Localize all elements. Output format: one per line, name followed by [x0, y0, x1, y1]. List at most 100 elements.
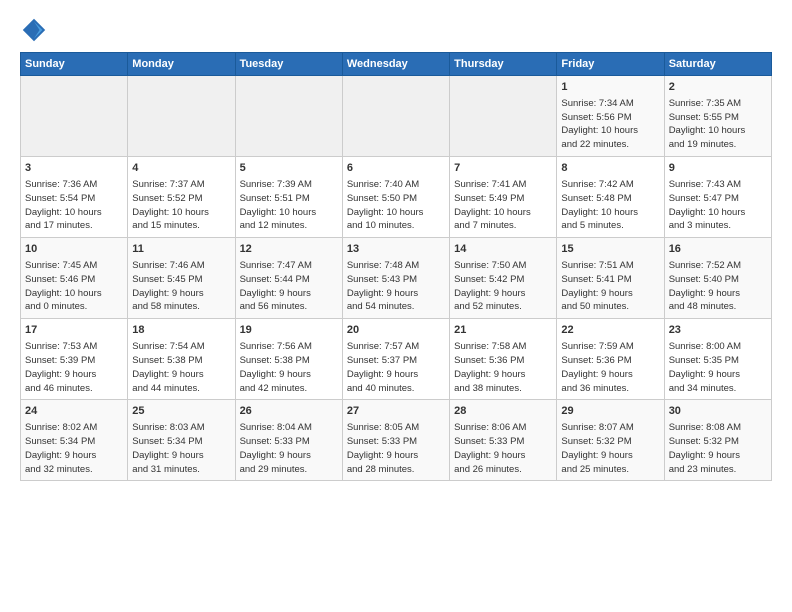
day-info: Sunrise: 7:39 AMSunset: 5:51 PMDaylight:…	[240, 179, 317, 231]
day-number: 12	[240, 242, 338, 257]
calendar-cell	[342, 76, 449, 157]
week-row-5: 24 Sunrise: 8:02 AMSunset: 5:34 PMDayligh…	[21, 400, 772, 481]
day-info: Sunrise: 7:54 AMSunset: 5:38 PMDaylight:…	[132, 341, 204, 393]
calendar-cell: 14 Sunrise: 7:50 AMSunset: 5:42 PMDayligh…	[450, 238, 557, 319]
calendar-cell	[450, 76, 557, 157]
day-info: Sunrise: 7:50 AMSunset: 5:42 PMDaylight:…	[454, 260, 526, 312]
week-row-3: 10 Sunrise: 7:45 AMSunset: 5:46 PMDayligh…	[21, 238, 772, 319]
calendar-cell: 1 Sunrise: 7:34 AMSunset: 5:56 PMDaylight…	[557, 76, 664, 157]
week-row-2: 3 Sunrise: 7:36 AMSunset: 5:54 PMDaylight…	[21, 157, 772, 238]
day-number: 9	[669, 161, 767, 176]
col-thursday: Thursday	[450, 53, 557, 76]
day-info: Sunrise: 8:02 AMSunset: 5:34 PMDaylight:…	[25, 422, 97, 474]
day-info: Sunrise: 7:35 AMSunset: 5:55 PMDaylight:…	[669, 98, 746, 150]
calendar-cell: 27 Sunrise: 8:05 AMSunset: 5:33 PMDayligh…	[342, 400, 449, 481]
calendar-cell: 30Sunrise: 8:08 AMSunset: 5:32 PMDayligh…	[664, 400, 771, 481]
day-number: 13	[347, 242, 445, 257]
day-info: Sunrise: 8:07 AMSunset: 5:32 PMDaylight:…	[561, 422, 633, 474]
calendar-cell: 21 Sunrise: 7:58 AMSunset: 5:36 PMDayligh…	[450, 319, 557, 400]
day-number: 5	[240, 161, 338, 176]
calendar-cell: 22 Sunrise: 7:59 AMSunset: 5:36 PMDayligh…	[557, 319, 664, 400]
day-number: 19	[240, 323, 338, 338]
day-number: 24	[25, 404, 123, 419]
calendar-cell: 5 Sunrise: 7:39 AMSunset: 5:51 PMDaylight…	[235, 157, 342, 238]
day-number: 4	[132, 161, 230, 176]
day-info: Sunrise: 8:06 AMSunset: 5:33 PMDaylight:…	[454, 422, 526, 474]
calendar-cell: 10 Sunrise: 7:45 AMSunset: 5:46 PMDayligh…	[21, 238, 128, 319]
day-info: Sunrise: 7:59 AMSunset: 5:36 PMDaylight:…	[561, 341, 633, 393]
day-number: 10	[25, 242, 123, 257]
day-number: 21	[454, 323, 552, 338]
calendar-cell	[128, 76, 235, 157]
col-saturday: Saturday	[664, 53, 771, 76]
logo-icon	[20, 16, 48, 44]
calendar-table: Sunday Monday Tuesday Wednesday Thursday…	[20, 52, 772, 481]
day-info: Sunrise: 7:48 AMSunset: 5:43 PMDaylight:…	[347, 260, 419, 312]
day-number: 16	[669, 242, 767, 257]
calendar-cell: 4 Sunrise: 7:37 AMSunset: 5:52 PMDaylight…	[128, 157, 235, 238]
calendar-cell: 7 Sunrise: 7:41 AMSunset: 5:49 PMDaylight…	[450, 157, 557, 238]
day-number: 3	[25, 161, 123, 176]
day-number: 18	[132, 323, 230, 338]
calendar-cell: 18 Sunrise: 7:54 AMSunset: 5:38 PMDayligh…	[128, 319, 235, 400]
col-wednesday: Wednesday	[342, 53, 449, 76]
calendar-cell: 17Sunrise: 7:53 AMSunset: 5:39 PMDayligh…	[21, 319, 128, 400]
day-number: 14	[454, 242, 552, 257]
calendar-cell: 15 Sunrise: 7:51 AMSunset: 5:41 PMDayligh…	[557, 238, 664, 319]
day-info: Sunrise: 7:41 AMSunset: 5:49 PMDaylight:…	[454, 179, 531, 231]
calendar-cell: 3 Sunrise: 7:36 AMSunset: 5:54 PMDaylight…	[21, 157, 128, 238]
week-row-1: 1 Sunrise: 7:34 AMSunset: 5:56 PMDaylight…	[21, 76, 772, 157]
day-info: Sunrise: 7:43 AMSunset: 5:47 PMDaylight:…	[669, 179, 746, 231]
header	[20, 16, 772, 44]
day-number: 23	[669, 323, 767, 338]
day-info: Sunrise: 7:42 AMSunset: 5:48 PMDaylight:…	[561, 179, 638, 231]
day-number: 8	[561, 161, 659, 176]
day-number: 30	[669, 404, 767, 419]
calendar-cell	[21, 76, 128, 157]
calendar-cell: 24 Sunrise: 8:02 AMSunset: 5:34 PMDayligh…	[21, 400, 128, 481]
logo	[20, 16, 52, 44]
day-info: Sunrise: 8:00 AMSunset: 5:35 PMDaylight:…	[669, 341, 741, 393]
day-info: Sunrise: 7:34 AMSunset: 5:56 PMDaylight:…	[561, 98, 638, 150]
calendar-cell: 23 Sunrise: 8:00 AMSunset: 5:35 PMDayligh…	[664, 319, 771, 400]
col-sunday: Sunday	[21, 53, 128, 76]
day-info: Sunrise: 7:45 AMSunset: 5:46 PMDaylight:…	[25, 260, 102, 312]
day-info: Sunrise: 7:36 AMSunset: 5:54 PMDaylight:…	[25, 179, 102, 231]
day-info: Sunrise: 8:03 AMSunset: 5:34 PMDaylight:…	[132, 422, 204, 474]
day-info: Sunrise: 7:58 AMSunset: 5:36 PMDaylight:…	[454, 341, 526, 393]
day-number: 20	[347, 323, 445, 338]
day-number: 1	[561, 80, 659, 95]
col-friday: Friday	[557, 53, 664, 76]
calendar-cell: 12Sunrise: 7:47 AMSunset: 5:44 PMDayligh…	[235, 238, 342, 319]
day-number: 7	[454, 161, 552, 176]
calendar-cell: 16 Sunrise: 7:52 AMSunset: 5:40 PMDayligh…	[664, 238, 771, 319]
day-info: Sunrise: 8:05 AMSunset: 5:33 PMDaylight:…	[347, 422, 419, 474]
day-info: Sunrise: 8:04 AMSunset: 5:33 PMDaylight:…	[240, 422, 312, 474]
day-number: 6	[347, 161, 445, 176]
day-info: Sunrise: 7:57 AMSunset: 5:37 PMDaylight:…	[347, 341, 419, 393]
calendar-cell: 20 Sunrise: 7:57 AMSunset: 5:37 PMDayligh…	[342, 319, 449, 400]
day-number: 29	[561, 404, 659, 419]
calendar-cell: 28Sunrise: 8:06 AMSunset: 5:33 PMDayligh…	[450, 400, 557, 481]
day-info: Sunrise: 7:56 AMSunset: 5:38 PMDaylight:…	[240, 341, 312, 393]
day-number: 26	[240, 404, 338, 419]
day-number: 15	[561, 242, 659, 257]
col-monday: Monday	[128, 53, 235, 76]
calendar-cell: 2Sunrise: 7:35 AMSunset: 5:55 PMDaylight…	[664, 76, 771, 157]
day-info: Sunrise: 7:46 AMSunset: 5:45 PMDaylight:…	[132, 260, 204, 312]
calendar-cell: 13 Sunrise: 7:48 AMSunset: 5:43 PMDayligh…	[342, 238, 449, 319]
calendar-cell: 26 Sunrise: 8:04 AMSunset: 5:33 PMDayligh…	[235, 400, 342, 481]
week-row-4: 17Sunrise: 7:53 AMSunset: 5:39 PMDayligh…	[21, 319, 772, 400]
day-number: 27	[347, 404, 445, 419]
day-number: 22	[561, 323, 659, 338]
day-number: 11	[132, 242, 230, 257]
day-info: Sunrise: 7:40 AMSunset: 5:50 PMDaylight:…	[347, 179, 424, 231]
day-info: Sunrise: 7:52 AMSunset: 5:40 PMDaylight:…	[669, 260, 741, 312]
day-info: Sunrise: 7:53 AMSunset: 5:39 PMDaylight:…	[25, 341, 97, 393]
page: Sunday Monday Tuesday Wednesday Thursday…	[0, 0, 792, 491]
col-tuesday: Tuesday	[235, 53, 342, 76]
calendar-cell: 8 Sunrise: 7:42 AMSunset: 5:48 PMDaylight…	[557, 157, 664, 238]
day-info: Sunrise: 7:37 AMSunset: 5:52 PMDaylight:…	[132, 179, 209, 231]
day-info: Sunrise: 7:51 AMSunset: 5:41 PMDaylight:…	[561, 260, 633, 312]
calendar-cell: 9 Sunrise: 7:43 AMSunset: 5:47 PMDaylight…	[664, 157, 771, 238]
